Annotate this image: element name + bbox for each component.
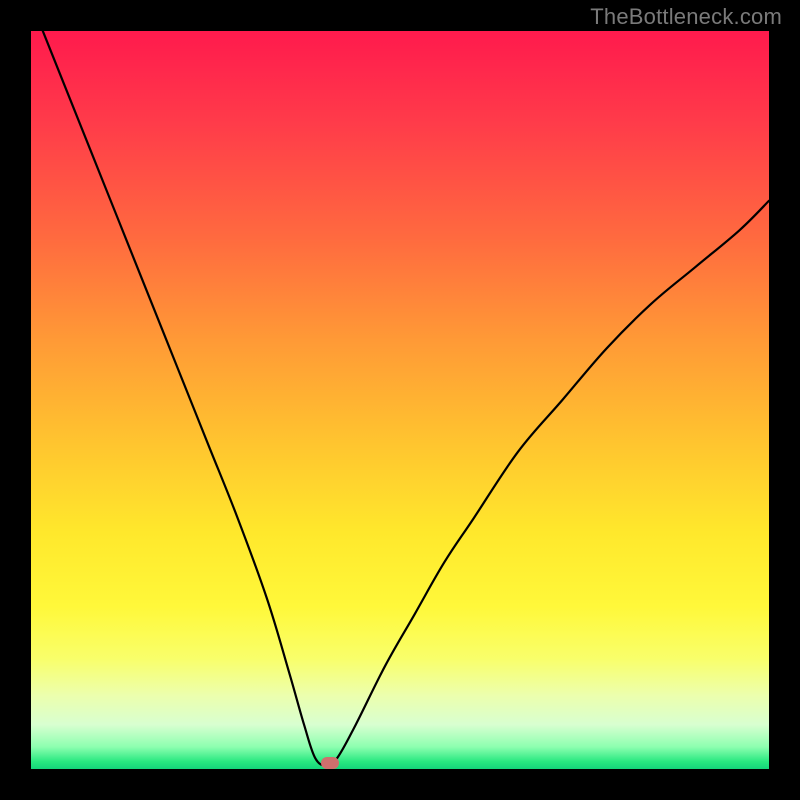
- chart-frame: TheBottleneck.com: [0, 0, 800, 800]
- bottleneck-curve: [31, 31, 769, 769]
- plot-area: [31, 31, 769, 769]
- optimal-point-marker: [321, 757, 339, 769]
- watermark-text: TheBottleneck.com: [590, 4, 782, 30]
